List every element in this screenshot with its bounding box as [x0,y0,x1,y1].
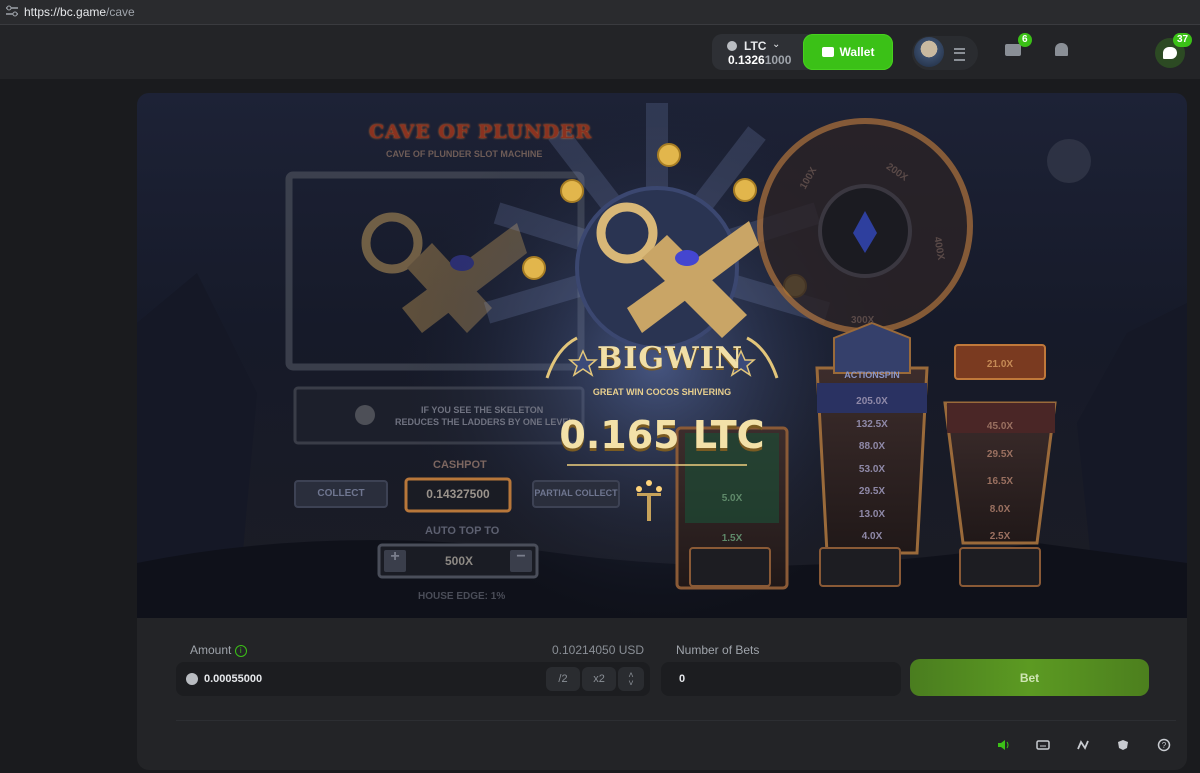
mail-badge: 6 [1018,33,1032,47]
double-button[interactable]: x2 [582,667,616,691]
amount-stepper[interactable]: ˄ ˅ [618,667,644,691]
keyboard-icon[interactable] [1036,738,1050,752]
help-icon[interactable]: ? [1157,738,1171,752]
ladder-step: 16.5X [986,476,1014,487]
ladder-step: 132.5X [856,418,888,430]
ladder-step: 29.5X [986,448,1014,460]
game-canvas[interactable]: CAVE OF PLUNDER CAVE OF PLUNDER SLOT MAC… [137,93,1187,618]
user-menu[interactable] [912,36,978,70]
ladder-step: 13.0X [858,508,886,520]
auto-top-minus[interactable]: + [384,548,406,566]
chat-icon [1163,47,1177,59]
menu-icon[interactable] [954,48,965,61]
amount-label: Amount i [190,643,247,657]
ladder-right: 45.0X 29.5X 16.5X 8.0X 2.5X [955,413,1045,551]
auto-top-plus[interactable]: − [510,548,532,566]
fairness-icon[interactable] [1116,738,1130,752]
cashpot-value: 0.14327500 [426,487,490,501]
cashpot-label: CASHPOT [433,459,487,471]
usd-value: 0.10214050 USD [552,643,645,657]
win-amount: 0.165 LTC [559,413,765,457]
ltc-coin-icon [727,41,737,51]
bets-value: 0 [679,673,686,685]
collect-button[interactable]: COLLECT [295,488,387,499]
address-bar[interactable]: https://bc.game/cave [0,0,1200,25]
bigwin-title: BIGWIN [597,341,744,376]
ladder-step: 4.0X [861,531,883,542]
ladder-step: 5.0X [721,493,743,504]
house-edge-text: HOUSE EDGE: 1% [418,591,506,602]
partial-collect-button[interactable]: PARTIAL COLLECT [533,488,619,498]
svg-text:?: ? [1162,741,1167,750]
bigwin-subtitle: GREAT WIN COCOS SHIVERING [592,387,732,397]
chevron-down-icon: ⌄ [772,39,781,50]
ladder-left: 5.0X 1.5X [685,479,779,559]
amount-value: 0.00055000 [204,673,263,685]
sound-icon[interactable] [996,738,1010,752]
balance-amount: 0.13261000 [728,53,792,67]
currency-label: LTC [744,39,767,53]
skeleton-hint-2: REDUCES THE LADDERS BY ONE LEVEL [395,417,574,427]
ltc-coin-icon [186,673,198,685]
ladder-step: 1.5X [721,533,743,544]
site-settings-icon[interactable] [5,5,19,17]
bell-icon[interactable] [1055,43,1068,56]
stats-icon[interactable] [1076,738,1090,752]
half-button[interactable]: /2 [546,667,580,691]
actionspin-label: ACTIONSPIN [844,370,900,380]
balance-selector[interactable]: LTC ⌄ 0.13261000 [712,34,812,70]
info-icon[interactable]: i [234,644,247,657]
ladder-step: 205.0X [856,396,888,407]
auto-top-label: AUTO TOP TO [425,525,500,537]
bet-button[interactable]: Bet [910,659,1149,696]
url-path: /cave [106,5,135,19]
avatar[interactable] [914,37,944,67]
game-subtitle: CAVE OF PLUNDER SLOT MACHINE [386,149,543,159]
coin-icon [733,178,757,202]
skull-icon [355,405,375,425]
ladder-step: 29.5X [858,486,886,497]
wallet-label: Wallet [839,45,875,59]
chat-badge: 37 [1173,33,1193,47]
chevron-down-icon[interactable]: ˅ [628,679,633,688]
url-host: https://bc.game [24,5,107,19]
ladder-step: 8.0X [989,503,1011,515]
ladder-step: 2.5X [989,531,1011,542]
ladder-step: 53.0X [858,463,886,475]
ladder-step: 45.0X [986,421,1014,432]
auto-top-value: 500X [444,554,474,568]
coin-icon [560,179,584,203]
bets-label: Number of Bets [676,643,760,657]
url-text[interactable]: https://bc.game/cave [24,5,135,19]
wheel-label: 300X [851,315,875,326]
wallet-icon [821,47,834,57]
divider [176,720,1176,721]
bets-input[interactable]: 0 [661,662,901,696]
ladder-right-top: 21.0X [986,359,1014,370]
coin-icon [522,256,546,280]
game-title: CAVE OF PLUNDER [369,121,593,143]
skeleton-hint-1: IF YOU SEE THE SKELETON [421,405,544,415]
moon-icon [1047,139,1091,183]
ladder-step: 88.0X [858,441,886,452]
coin-icon [657,143,681,167]
ladder-middle: 205.0X 132.5X 88.0X 53.0X 29.5X 13.0X 4.0X [827,391,917,549]
wallet-button[interactable]: Wallet [803,34,893,70]
mail-icon[interactable] [1005,44,1021,56]
